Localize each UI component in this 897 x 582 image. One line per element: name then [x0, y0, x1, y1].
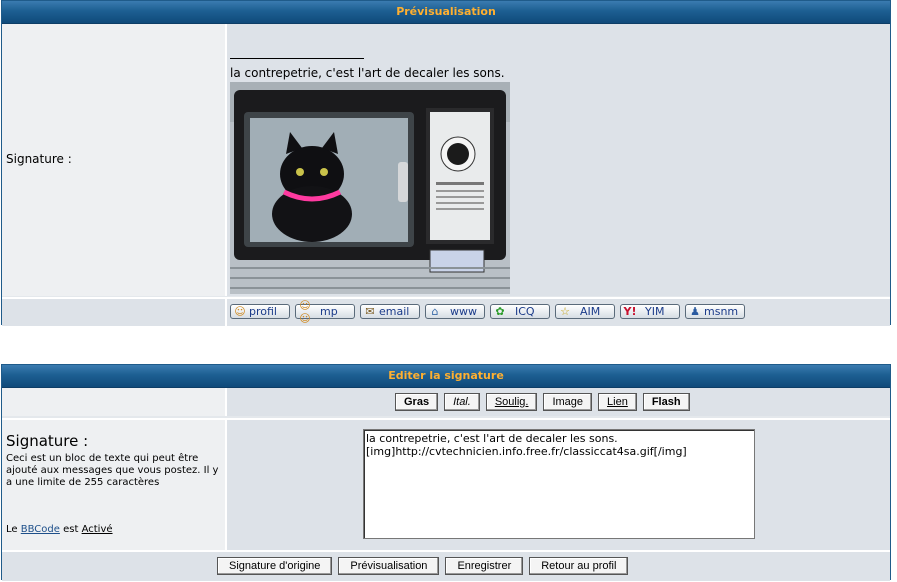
- italic-button[interactable]: Ital.: [444, 393, 480, 411]
- signature-preview-cell: la contrepetrie, c'est l'art de decaler …: [227, 24, 890, 296]
- formatting-toolbar: Gras Ital. Soulig. Image Lien Flash: [395, 393, 690, 411]
- formatting-label-cell: [2, 388, 227, 416]
- actions-row: Signature d'origine Prévisualisation Enr…: [2, 550, 890, 581]
- private-message-button[interactable]: ☺☺ mp: [295, 299, 355, 325]
- private-message-button-label: mp: [320, 305, 338, 318]
- signature-field-title: Signature :: [6, 432, 89, 450]
- icq-button-label: ICQ: [515, 305, 535, 318]
- private-message-icon: ☺☺: [299, 298, 311, 325]
- bbcode-middle: est: [63, 524, 79, 535]
- profile-icon: ☺: [234, 305, 246, 318]
- email-button-label: email: [379, 305, 410, 318]
- formatting-row: Gras Ital. Soulig. Image Lien Flash: [2, 388, 890, 416]
- aim-icon: ☆: [560, 305, 570, 318]
- email-icon: ✉: [365, 305, 375, 318]
- website-button[interactable]: ⌂ www: [425, 304, 485, 319]
- profile-button-label: profil: [249, 305, 277, 318]
- flash-button[interactable]: Flash: [642, 393, 690, 411]
- signature-textarea[interactable]: la contrepetrie, c'est l'art de decaler …: [363, 429, 755, 539]
- msn-button[interactable]: ♟ msnm: [685, 304, 745, 319]
- contact-buttons: ☺ profil ☺☺ mp ✉ email ⌂ www ✿ ICQ ☆ AIM…: [230, 299, 745, 325]
- back-to-profile-button[interactable]: Retour au profil: [529, 557, 629, 575]
- icq-icon: ✿: [495, 305, 505, 318]
- contact-buttons-cell: ☺ profil ☺☺ mp ✉ email ⌂ www ✿ ICQ ☆ AIM…: [227, 299, 890, 326]
- icq-button[interactable]: ✿ ICQ: [490, 304, 550, 319]
- signature-textarea-cell: la contrepetrie, c'est l'art de decaler …: [227, 420, 890, 550]
- bbcode-status-value: Activé: [81, 524, 113, 535]
- signature-field-description-cell: Signature : Ceci est un bloc de texte qu…: [2, 420, 227, 550]
- save-button[interactable]: Enregistrer: [445, 557, 524, 575]
- signature-image-cat-in-microwave: [230, 82, 510, 294]
- contact-label-cell: [2, 299, 227, 326]
- yim-button-label: YIM: [645, 305, 665, 318]
- preview-header: Prévisualisation: [2, 1, 890, 24]
- formatting-toolbar-cell: Gras Ital. Soulig. Image Lien Flash: [227, 388, 890, 416]
- original-signature-button[interactable]: Signature d'origine: [217, 557, 333, 575]
- signature-label: Signature :: [6, 152, 72, 166]
- profile-button[interactable]: ☺ profil: [230, 304, 290, 319]
- website-button-label: www: [450, 305, 477, 318]
- bbcode-link[interactable]: BBCode: [21, 524, 60, 535]
- image-button[interactable]: Image: [543, 393, 593, 411]
- action-buttons: Signature d'origine Prévisualisation Enr…: [217, 557, 629, 575]
- msn-button-label: msnm: [704, 305, 739, 318]
- yahoo-icon: Y!: [623, 305, 637, 318]
- email-button[interactable]: ✉ email: [360, 304, 420, 319]
- bbcode-status: Le BBCode est Activé: [6, 524, 113, 535]
- aim-button-label: AIM: [580, 305, 601, 318]
- contact-row: ☺ profil ☺☺ mp ✉ email ⌂ www ✿ ICQ ☆ AIM…: [2, 297, 890, 326]
- bbcode-prefix: Le: [6, 524, 18, 535]
- preview-panel: Prévisualisation Signature : la contrepe…: [1, 0, 891, 326]
- preview-button[interactable]: Prévisualisation: [338, 557, 440, 575]
- yim-button[interactable]: Y! YIM: [620, 304, 680, 319]
- signature-separator: [230, 58, 364, 59]
- signature-edit-row: Signature : Ceci est un bloc de texte qu…: [2, 418, 890, 550]
- signature-row: Signature : la contrepetrie, c'est l'art…: [2, 24, 890, 296]
- edit-signature-header: Editer la signature: [2, 365, 890, 388]
- msn-icon: ♟: [690, 305, 700, 318]
- signature-label-cell: Signature :: [2, 24, 227, 296]
- signature-field-description: Ceci est un bloc de texte qui peut être …: [6, 453, 219, 488]
- signature-preview-text: la contrepetrie, c'est l'art de decaler …: [230, 66, 505, 80]
- aim-button[interactable]: ☆ AIM: [555, 304, 615, 319]
- edit-signature-panel: Editer la signature Gras Ital. Soulig. I…: [1, 364, 891, 581]
- website-icon: ⌂: [431, 305, 439, 318]
- link-button[interactable]: Lien: [598, 393, 637, 411]
- underline-button[interactable]: Soulig.: [485, 393, 538, 411]
- bold-button[interactable]: Gras: [395, 393, 439, 411]
